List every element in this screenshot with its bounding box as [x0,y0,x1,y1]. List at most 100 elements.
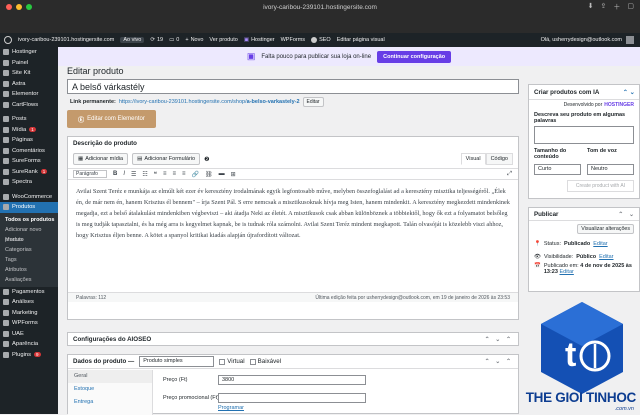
permalink-link[interactable]: https://ivory-caribou-239101.hostingersi… [119,99,300,105]
link-icon[interactable]: 🔗 [192,171,199,178]
sidebar-item-an-lises[interactable]: Análises [0,297,58,308]
tab-code[interactable]: Código [486,153,513,165]
sidebar-item-apar-ncia[interactable]: Aparência [0,339,58,350]
sidebar-item-hostinger[interactable]: Hostinger [0,47,58,58]
sidebar-item-woocommerce[interactable]: WooCommerce [0,192,58,203]
edit-with-elementor-button[interactable]: Ⓔ Editar com Elementor [67,110,156,128]
align-left-icon[interactable]: ≡ [163,171,167,177]
submenu-item[interactable]: Marcas [0,235,58,245]
tab-inventory[interactable]: Estoque [68,383,152,396]
new-tab-icon[interactable]: ＋ [613,2,620,12]
date-edit-link[interactable]: Editar [559,269,573,275]
sidebar-item-spectra[interactable]: Spectra [0,177,58,188]
add-form-button[interactable]: ▤Adicionar Formulário [132,153,200,165]
italic-icon[interactable]: I [123,171,125,177]
product-type-select[interactable]: Produto simples [139,356,214,367]
submenu-item[interactable]: Adicionar novo produto [0,225,58,235]
collapse-arrows-icon[interactable]: ⌃ ⌄ ⌃ [485,336,513,343]
tabs-overview-icon[interactable]: ▢ [627,2,634,12]
sidebar-item-astra[interactable]: Astra [0,79,58,90]
collapse-icon[interactable]: ⌃ ⌄ [623,89,635,96]
permalink-edit-button[interactable]: Editar [303,97,324,107]
submenu-item[interactable]: Avaliações [0,275,58,285]
blockquote-icon[interactable]: ❝ [154,171,157,178]
downloadable-checkbox[interactable]: Baixável [250,358,281,365]
submenu-item[interactable]: Categorias [0,245,58,255]
submenu-item[interactable]: Atributos [0,265,58,275]
status-edit-link[interactable]: Editar [593,241,607,247]
visibility-edit-link[interactable]: Editar [599,254,613,260]
tab-visual[interactable]: Visual [461,153,486,165]
align-center-icon[interactable]: ≡ [173,171,177,177]
unlink-icon[interactable]: ⛓ [205,171,213,178]
content-length-select[interactable]: Curto [534,164,581,175]
schedule-link[interactable]: Programar [218,405,244,411]
site-name-link[interactable]: ivory-caribou-239101.hostingersite.com [18,37,114,43]
new-content-link[interactable]: + Novo [185,37,203,43]
sidebar-item-surerank[interactable]: SureRank1 [0,167,58,178]
description-editor[interactable]: Avilai Szent Teréz e munkája az elmúlt k… [68,180,518,292]
submenu-item[interactable]: Tags [0,255,58,265]
sidebar-item-sureforms[interactable]: SureForms [0,156,58,167]
window-controls[interactable] [6,4,32,10]
sidebar-item-produtos[interactable]: Produtos [0,202,58,213]
collapse-arrows-icon[interactable]: ⌃ ⌄ [618,211,636,218]
price-input[interactable]: 3800 [218,375,366,385]
sidebar-item-marketing[interactable]: Marketing [0,308,58,319]
more-icon[interactable]: ▬ [219,171,225,177]
sidebar-item-posts[interactable]: Posts [0,114,58,125]
sale-price-input[interactable] [218,393,366,403]
seo-link[interactable]: SEO [311,37,331,43]
maximize-window-icon[interactable] [26,4,32,10]
sidebar-item-painel[interactable]: Painel [0,58,58,69]
bullet-list-icon[interactable]: ☰ [131,171,136,178]
numbered-list-icon[interactable]: ☷ [142,171,147,178]
product-title-input[interactable]: A belső várkastély [67,79,519,94]
sidebar-item-site-kit[interactable]: Site Kit [0,68,58,79]
view-product-link[interactable]: Ver produto [209,37,237,43]
sidebar-item-label: WPForms [12,320,38,326]
create-with-ai-button[interactable]: Create product with AI [567,180,634,192]
share-icon[interactable]: ⇪ [601,2,607,12]
submenu-item[interactable]: Todos os produtos [0,215,58,225]
address-bar[interactable]: ivory-caribou-239101.hostingersite.com [263,4,377,11]
download-icon[interactable]: ⬇ [588,2,594,12]
sidebar-item-uae[interactable]: UAE [0,329,58,340]
greeting[interactable]: Olá, usherrydesign@outlook.com [541,37,622,43]
tab-shipping[interactable]: Entrega [68,396,152,409]
sidebar-item-elementor[interactable]: Elementor [0,89,58,100]
aioseo-box[interactable]: Configurações do AIOSEO⌃ ⌄ ⌃ [67,332,519,346]
avatar[interactable] [626,36,634,44]
hostinger-link[interactable]: ▣Hostinger [244,37,275,43]
wpforms-link[interactable]: WPForms [281,37,305,43]
elementor-edit-link[interactable]: Editar página visual [337,37,385,43]
continue-setup-button[interactable]: Continuar configuração [377,51,451,63]
format-select[interactable]: Parágrafo [73,170,107,178]
account-menu[interactable]: Olá, usherrydesign@outlook.com [541,36,634,44]
wp-logo-icon[interactable] [4,36,12,44]
help-icon[interactable]: ❷ [204,156,209,163]
bold-icon[interactable]: B [113,171,117,177]
align-right-icon[interactable]: ≡ [182,171,186,177]
sidebar-item-coment-rios[interactable]: Comentários [0,146,58,157]
tab-general[interactable]: Geral [68,370,152,383]
sidebar-item-p-ginas[interactable]: Páginas [0,135,58,146]
sidebar-item-label: SureRank [12,169,38,175]
sidebar-item-plugins[interactable]: Plugins9 [0,350,58,361]
collapse-arrows-icon[interactable]: ⌃ ⌄ ⌃ [485,358,513,365]
sidebar-item-wpforms[interactable]: WPForms [0,318,58,329]
close-window-icon[interactable] [6,4,12,10]
virtual-checkbox[interactable]: Virtual [219,358,244,365]
sidebar-item-m-dia[interactable]: Mídia1 [0,125,58,136]
preview-changes-button[interactable]: Visualizar alterações [577,224,634,234]
comments-link[interactable]: ▭0 [169,37,179,43]
toolbar-toggle-icon[interactable]: ⊞ [231,171,236,178]
fullscreen-icon[interactable]: ⤢ [507,171,512,178]
minimize-window-icon[interactable] [16,4,22,10]
tone-select[interactable]: Neutro [587,164,634,175]
sidebar-item-cartflows[interactable]: CartFlows [0,100,58,111]
updates-link[interactable]: ⟳19 [150,37,163,43]
sidebar-item-pagamentos[interactable]: Pagamentos [0,287,58,298]
add-media-button[interactable]: ▦Adicionar mídia [73,153,128,165]
ai-description-textarea[interactable] [534,126,634,144]
